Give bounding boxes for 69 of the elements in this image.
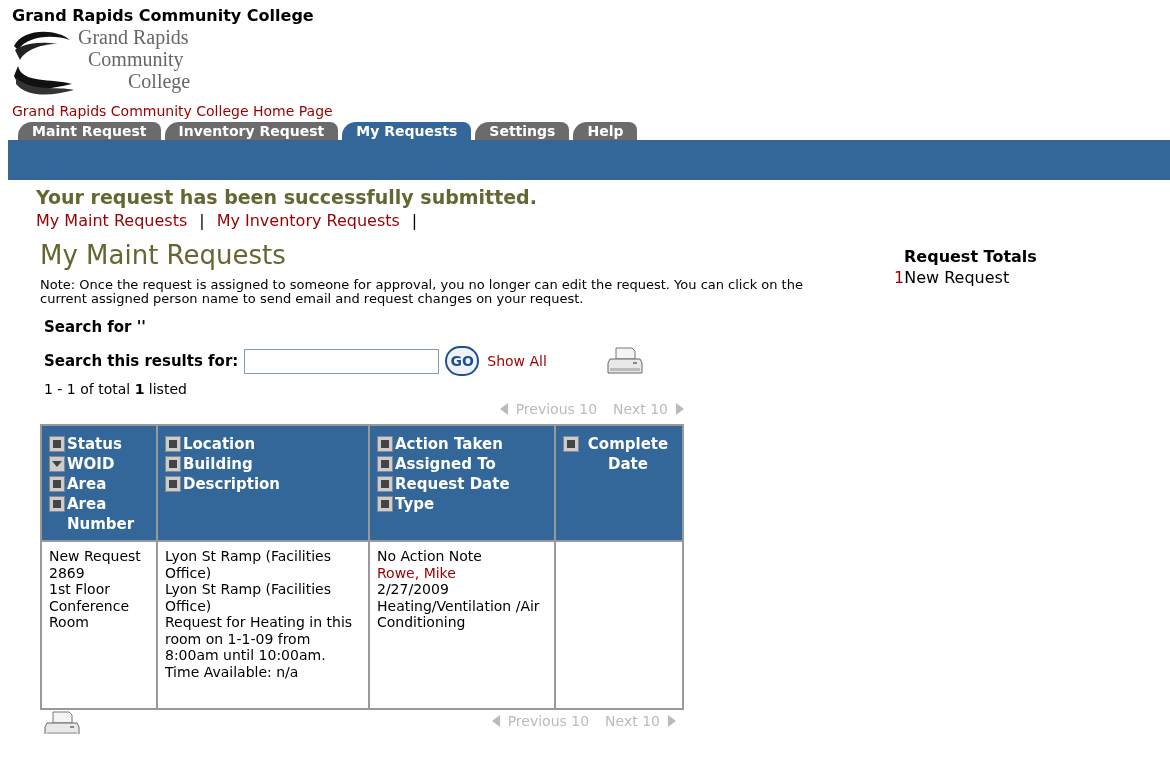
nav-tab[interactable]: Help	[573, 122, 638, 140]
home-link[interactable]: Grand Rapids Community College Home Page	[12, 102, 333, 120]
sort-icon[interactable]	[165, 476, 181, 492]
nav-tab[interactable]: Settings	[475, 122, 570, 140]
search-field[interactable]	[244, 348, 440, 374]
logo-text: College	[128, 70, 191, 92]
printer-icon[interactable]	[44, 710, 80, 734]
page-heading: My Maint Requests	[40, 240, 286, 270]
column-header[interactable]: Action Taken	[395, 434, 503, 454]
right-arrow-icon	[676, 403, 684, 415]
cell-text: No Action Note	[377, 548, 483, 565]
sort-icon[interactable]	[49, 436, 65, 452]
assignee-link[interactable]: Rowe, Mike	[377, 564, 547, 581]
sort-icon[interactable]	[49, 496, 65, 512]
search-label: Search this results for:	[44, 350, 239, 372]
cell-text: New Request	[49, 548, 142, 565]
column-header[interactable]: Location	[183, 434, 256, 454]
cell-text: 2/27/2009	[377, 581, 450, 598]
column-header[interactable]: Area	[67, 474, 107, 494]
total-label: New Request	[904, 268, 1010, 288]
logo-text: Community	[87, 48, 184, 70]
site-title: Grand Rapids Community College	[12, 6, 315, 26]
column-header[interactable]: Request Date	[395, 474, 510, 494]
right-arrow-icon	[668, 715, 676, 727]
total-count: 1	[894, 268, 905, 288]
pager-next: Next 10	[605, 711, 660, 731]
sort-icon[interactable]	[377, 436, 393, 452]
pager-previous: Previous 10	[507, 711, 590, 731]
pager-previous: Previous 10	[515, 399, 598, 419]
totals-title: Request Totals	[904, 248, 1037, 266]
logo-text: Grand Rapids	[77, 26, 190, 48]
nav-tab[interactable]: My Requests	[342, 122, 472, 140]
column-header[interactable]: WOID	[67, 454, 115, 474]
sort-descending-icon[interactable]	[49, 456, 65, 472]
cell-text: Lyon St Ramp (Facilities Office)	[165, 548, 332, 581]
column-header[interactable]: Description	[183, 474, 281, 494]
column-header[interactable]: Assigned To	[395, 454, 496, 474]
column-header[interactable]: Type	[395, 494, 435, 514]
sort-icon[interactable]	[165, 436, 181, 452]
sort-icon[interactable]	[377, 476, 393, 492]
pager-next: Next 10	[613, 399, 668, 419]
column-header[interactable]: Building	[183, 454, 253, 474]
sort-icon[interactable]	[377, 456, 393, 472]
cell-text: 1st Floor Conference Room	[49, 581, 130, 631]
results-count: 1 - 1 of total 1 listed	[44, 380, 187, 398]
cell-text: Request for Heating in this room on 1-1-09 from 8:00am until 10:00am. Time Available: n/a	[165, 614, 354, 680]
separator: |	[411, 210, 418, 232]
cell-text: Heating/Ventilation /Air Conditioning	[377, 597, 541, 631]
sub-link[interactable]: My Inventory Requests	[216, 210, 400, 232]
nav-tab[interactable]: Maint Request	[18, 122, 161, 140]
left-arrow-icon	[499, 403, 508, 415]
search-caption: Search for ''	[44, 318, 146, 336]
separator: |	[199, 210, 205, 232]
sort-icon[interactable]	[165, 456, 181, 472]
go-button[interactable]: GO	[445, 346, 480, 376]
nav-tab[interactable]: Inventory Request	[164, 122, 339, 140]
cell-text: Lyon St Ramp (Facilities Office)	[165, 581, 332, 614]
cell-text: 2869	[49, 564, 86, 581]
printer-icon[interactable]	[606, 346, 643, 376]
sort-icon[interactable]	[49, 476, 65, 492]
left-arrow-icon	[491, 715, 500, 727]
note-text: Note: Once the request is assigned to someone for approval, you no longer can edit the request. You can click on the current assigned person name to send email and request changes on your request.	[40, 278, 804, 306]
column-header[interactable]: Status	[67, 434, 122, 454]
column-header[interactable]: Area Number	[67, 494, 149, 534]
success-message: Your request has been successfully submitted.	[36, 186, 537, 208]
sub-link[interactable]: My Maint Requests	[36, 210, 188, 232]
sort-icon[interactable]	[377, 496, 393, 512]
sort-icon[interactable]	[563, 436, 579, 452]
show-all-link[interactable]: Show All	[487, 350, 547, 372]
